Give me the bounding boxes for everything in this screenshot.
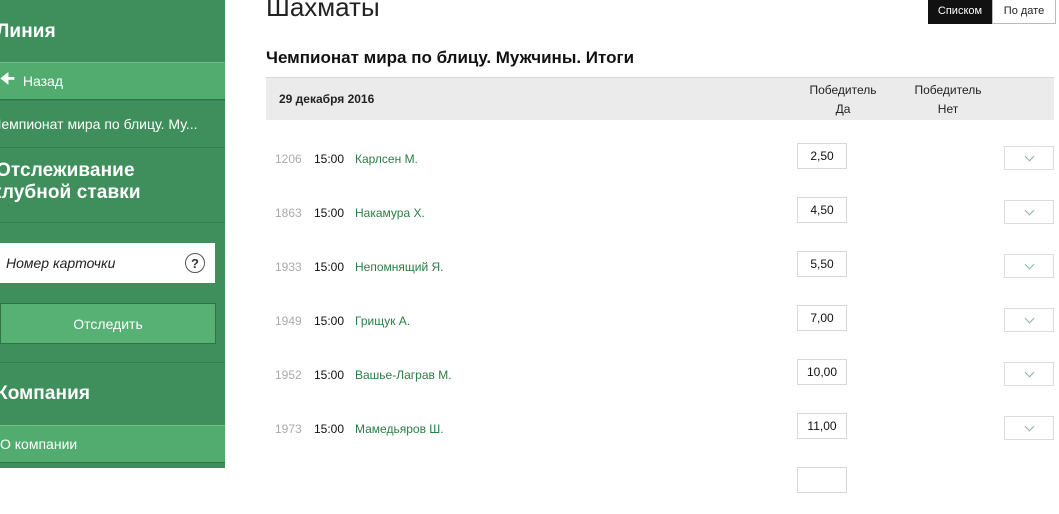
expand-row-button[interactable]: [1004, 200, 1054, 224]
chevron-down-icon: [1024, 205, 1034, 215]
view-by-date-button[interactable]: По дате: [992, 0, 1056, 24]
page-title: Шахматы: [266, 0, 380, 22]
player-name-link[interactable]: Непомнящий Я.: [355, 260, 444, 274]
event-id: 1949: [275, 314, 302, 328]
sidebar-item-about-company[interactable]: О компании: [0, 425, 225, 463]
column-header-label: Победитель: [914, 83, 982, 97]
table-row-partial: [266, 460, 1054, 514]
current-item-label: Чемпионат мира по блицу. Му...: [0, 116, 198, 132]
table-row: 1863 15:00 Накамура Х. 4,50: [266, 190, 1054, 244]
odds-winner-yes-button[interactable]: 4,50: [797, 197, 847, 223]
event-time: 15:00: [314, 422, 345, 436]
odds-winner-yes-button[interactable]: 10,00: [797, 359, 847, 385]
odds-winner-yes-button[interactable]: 7,00: [797, 305, 847, 331]
sidebar-item-current-tournament[interactable]: Чемпионат мира по блицу. Му...: [0, 100, 225, 148]
help-icon[interactable]: ?: [185, 253, 205, 273]
player-name-link[interactable]: Карлсен М.: [355, 152, 418, 166]
tournament-title: Чемпионат мира по блицу. Мужчины. Итоги: [266, 48, 635, 67]
chevron-down-icon: [1024, 151, 1034, 161]
view-list-button[interactable]: Списком: [928, 0, 992, 24]
event-id: 1206: [275, 152, 302, 166]
chevron-down-icon: [1024, 421, 1034, 431]
company-heading: Компания: [0, 383, 91, 404]
card-number-placeholder: Номер карточки: [6, 255, 116, 271]
event-id: 1863: [275, 206, 302, 220]
chevron-down-icon: [1024, 313, 1034, 323]
expand-row-button[interactable]: [1004, 416, 1054, 440]
card-number-input[interactable]: Номер карточки ?: [0, 243, 215, 283]
odds-winner-yes-button[interactable]: [797, 467, 847, 493]
column-header-label: Победитель: [809, 83, 877, 97]
table-row: 1973 15:00 Мамедьяров Ш. 11,00: [266, 406, 1054, 460]
odds-winner-yes-button[interactable]: 11,00: [797, 413, 847, 439]
tracking-heading: Отслеживание клубной ставки: [0, 160, 141, 204]
event-time: 15:00: [314, 368, 345, 382]
event-id: 1933: [275, 260, 302, 274]
sidebar: Линия 🠈 Назад Чемпионат мира по блицу. М…: [0, 0, 225, 468]
expand-row-button[interactable]: [1004, 254, 1054, 278]
table-date: 29 декабря 2016: [279, 92, 375, 106]
player-name-link[interactable]: Мамедьяров Ш.: [355, 422, 444, 436]
sidebar-divider: [0, 222, 225, 223]
event-time: 15:00: [314, 314, 345, 328]
table-row: 1949 15:00 Грищук А. 7,00: [266, 298, 1054, 352]
track-button[interactable]: Отследить: [0, 303, 216, 344]
column-header-sub: Да: [835, 102, 851, 116]
column-header-winner-no: Победитель Нет: [903, 81, 993, 119]
odds-winner-yes-button[interactable]: 2,50: [797, 143, 847, 169]
expand-row-button[interactable]: [1004, 146, 1054, 170]
about-company-label: О компании: [0, 436, 78, 452]
column-header-winner-yes: Победитель Да: [798, 81, 888, 119]
event-id: 1952: [275, 368, 302, 382]
arrow-left-icon: 🠈: [0, 70, 15, 88]
tracking-heading-line-2: клубной ставки: [0, 182, 141, 203]
table-header: 29 декабря 2016 Победитель Да Победитель…: [266, 77, 1054, 120]
event-time: 15:00: [314, 206, 345, 220]
chevron-down-icon: [1024, 259, 1034, 269]
odds-winner-yes-button[interactable]: 5,50: [797, 251, 847, 277]
player-name-link[interactable]: Накамура Х.: [355, 206, 425, 220]
sidebar-divider: [0, 362, 225, 363]
back-link[interactable]: 🠈 Назад: [0, 62, 225, 100]
player-name-link[interactable]: Грищук А.: [355, 314, 410, 328]
back-label: Назад: [22, 73, 63, 89]
table-row: 1206 15:00 Карлсен М. 2,50: [266, 136, 1054, 190]
tracking-heading-line-1: Отслеживание: [0, 160, 135, 181]
table-row: 1933 15:00 Непомнящий Я. 5,50: [266, 244, 1054, 298]
expand-row-button[interactable]: [1004, 308, 1054, 332]
chevron-down-icon: [1024, 367, 1034, 377]
table-row: 1952 15:00 Вашье-Лаграв М. 10,00: [266, 352, 1054, 406]
player-name-link[interactable]: Вашье-Лаграв М.: [355, 368, 452, 382]
line-heading: Линия: [0, 21, 56, 42]
event-time: 15:00: [314, 152, 345, 166]
event-time: 15:00: [314, 260, 345, 274]
column-header-sub: Нет: [937, 102, 959, 116]
expand-row-button[interactable]: [1004, 362, 1054, 386]
event-id: 1973: [275, 422, 302, 436]
